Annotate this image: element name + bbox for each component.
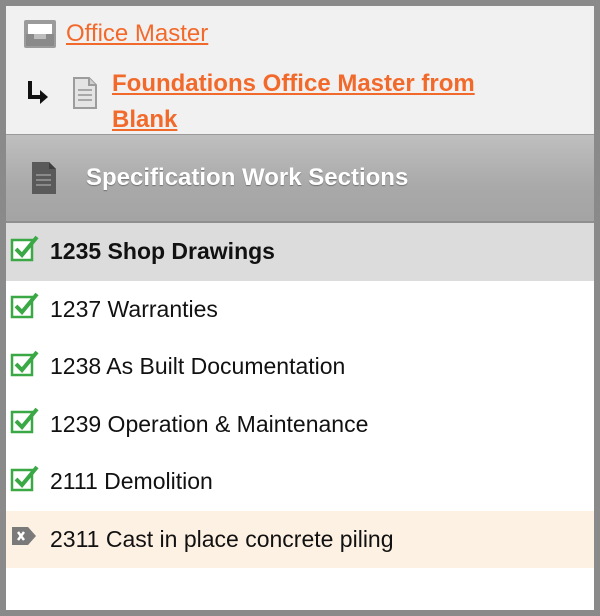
- remove-tag-icon[interactable]: [10, 521, 40, 551]
- section-header: Specification Work Sections: [6, 134, 594, 223]
- list-item[interactable]: 2311 Cast in place concrete piling: [6, 510, 594, 568]
- list-item[interactable]: 1238 As Built Documentation: [6, 338, 594, 396]
- list-item-label: 1237 Warranties: [50, 295, 218, 322]
- tray-icon: [24, 20, 56, 48]
- list-item[interactable]: 1237 Warranties: [6, 281, 594, 339]
- list-item[interactable]: 1239 Operation & Maintenance: [6, 396, 594, 454]
- breadcrumb-item-foundations[interactable]: Foundations Office Master from Blank: [24, 66, 532, 138]
- checked-checkbox-icon[interactable]: [10, 406, 40, 436]
- document-icon: [32, 162, 56, 194]
- section-title: Specification Work Sections: [86, 164, 409, 191]
- list-item-label: 2311 Cast in place concrete piling: [50, 525, 394, 552]
- list-item-label: 1238 As Built Documentation: [50, 353, 346, 380]
- foundations-office-master-link[interactable]: Foundations Office Master from Blank: [112, 66, 532, 138]
- list-item-label: 1239 Operation & Maintenance: [50, 410, 369, 437]
- checked-checkbox-icon[interactable]: [10, 291, 40, 321]
- child-arrow-icon: [28, 81, 48, 104]
- panel-frame: Office Master Foundations Office Master …: [0, 0, 600, 616]
- checked-checkbox-icon[interactable]: [10, 234, 40, 264]
- checked-checkbox-icon[interactable]: [10, 349, 40, 379]
- office-master-link[interactable]: Office Master: [66, 20, 208, 48]
- checked-checkbox-icon[interactable]: [10, 464, 40, 494]
- breadcrumb-item-office-master[interactable]: Office Master: [22, 18, 208, 50]
- list-item-label: 1235 Shop Drawings: [50, 238, 275, 265]
- list-item[interactable]: 1235 Shop Drawings: [6, 223, 594, 281]
- list-item[interactable]: 2111 Demolition: [6, 453, 594, 511]
- list-item-label: 2111 Demolition: [50, 468, 213, 495]
- breadcrumb: Office Master Foundations Office Master …: [6, 6, 594, 134]
- document-icon: [73, 77, 97, 109]
- work-section-list: 1235 Shop Drawings 1237 Warranties 1238 …: [6, 223, 594, 568]
